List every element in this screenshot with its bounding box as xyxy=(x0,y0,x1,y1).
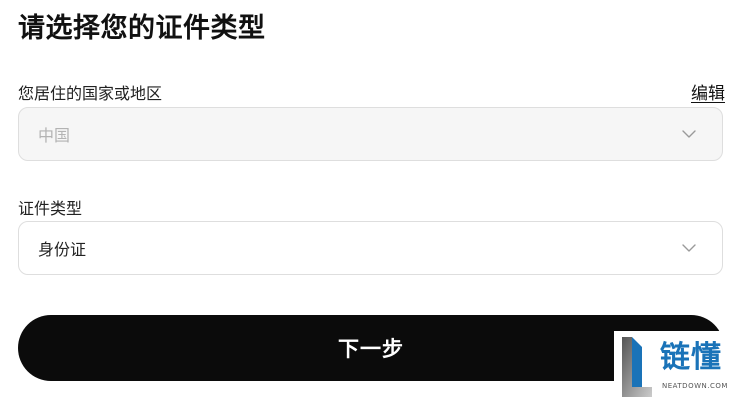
watermark: 链懂 NEATDOWN.COM xyxy=(614,331,733,402)
id-type-select[interactable]: 身份证 xyxy=(18,221,723,275)
edit-country-link[interactable]: 编辑 xyxy=(691,79,725,104)
id-type-selection-page: 请选择您的证件类型 您居住的国家或地区 编辑 中国 证件类型 身份证 下一步 链… xyxy=(0,0,733,402)
watermark-brand: 链懂 xyxy=(660,340,722,375)
country-select: 中国 xyxy=(18,107,723,161)
watermark-domain: NEATDOWN.COM xyxy=(662,382,728,390)
chevron-down-icon xyxy=(682,130,696,138)
chevron-down-icon xyxy=(682,244,696,252)
id-type-value: 身份证 xyxy=(38,240,87,259)
id-type-label: 证件类型 xyxy=(18,199,83,218)
country-label: 您居住的国家或地区 xyxy=(18,84,163,103)
watermark-logo-icon xyxy=(622,337,652,397)
page-title: 请选择您的证件类型 xyxy=(18,13,266,44)
country-value: 中国 xyxy=(38,126,71,145)
